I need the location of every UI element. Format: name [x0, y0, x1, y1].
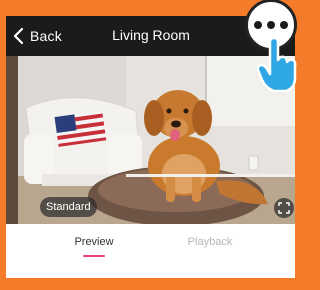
more-dot	[280, 21, 288, 29]
back-label: Back	[30, 28, 62, 44]
view-tabs: Preview Playback	[6, 224, 295, 278]
more-dots-icon	[254, 21, 262, 29]
fullscreen-button[interactable]	[274, 198, 294, 218]
active-tab-indicator	[83, 255, 105, 257]
quality-toggle-button[interactable]: Standard	[40, 197, 97, 217]
chevron-left-icon	[13, 27, 24, 45]
more-dot	[267, 21, 275, 29]
camera-screen: Back Living Room Standard Preview Playba…	[6, 16, 295, 278]
back-button[interactable]: Back	[10, 24, 62, 48]
tab-preview[interactable]: Preview	[66, 236, 122, 248]
fullscreen-icon	[278, 202, 290, 214]
tutorial-frame: Back Living Room Standard Preview Playba…	[0, 0, 301, 290]
tab-playback[interactable]: Playback	[178, 236, 242, 248]
pointing-hand-icon	[256, 38, 297, 92]
page-title: Living Room	[112, 27, 190, 43]
